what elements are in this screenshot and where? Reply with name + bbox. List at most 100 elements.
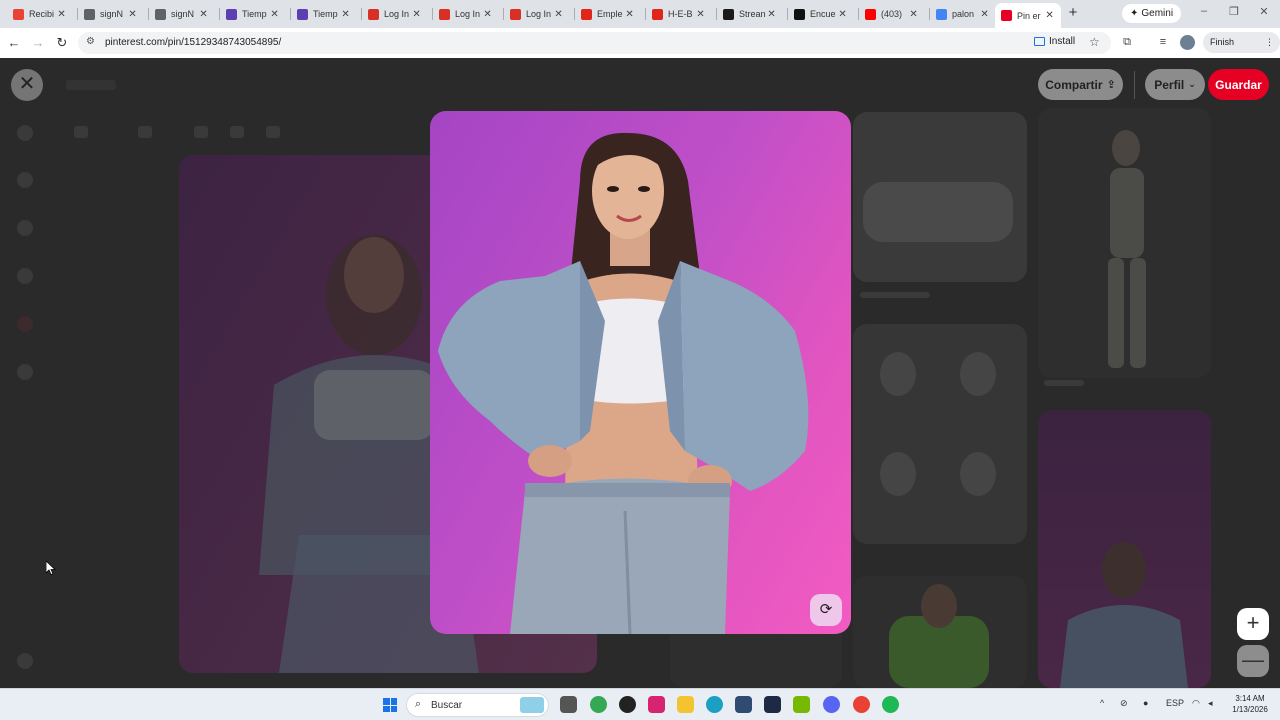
save-button[interactable]: Guardar xyxy=(1208,69,1269,100)
tab-close-icon[interactable]: ✕ xyxy=(1044,10,1055,21)
install-app-button[interactable]: Install xyxy=(1034,36,1075,47)
network-off-icon[interactable]: ⊘ xyxy=(1120,698,1128,709)
tab-close-icon[interactable]: ✕ xyxy=(411,9,422,20)
gemini-sparkle-icon: ✦ xyxy=(1130,8,1139,19)
browser-tab[interactable]: Emple ✕ xyxy=(575,3,641,25)
grid-pin-pink xyxy=(1038,410,1211,688)
browser-tab[interactable]: palon ✕ xyxy=(930,3,996,25)
browser-tab[interactable]: Log In ✕ xyxy=(362,3,428,25)
store-icon[interactable] xyxy=(735,696,752,713)
profile-dropdown-button[interactable]: Perfil ⌄ xyxy=(1145,69,1205,100)
browser-tab[interactable]: H-E-B ✕ xyxy=(646,3,712,25)
spotify-icon[interactable] xyxy=(882,696,899,713)
tab-label: Tiemp xyxy=(313,9,338,19)
heb-icon xyxy=(652,8,663,20)
gemini-button[interactable]: ✦ Gemini xyxy=(1122,4,1182,23)
tray-expand-icon[interactable]: ^ xyxy=(1100,698,1104,708)
tab-close-icon[interactable]: ✕ xyxy=(198,9,209,20)
browser-tab[interactable]: Recibi ✕ xyxy=(7,3,73,25)
language-indicator[interactable]: ESP xyxy=(1166,698,1184,708)
mouse-cursor-icon xyxy=(46,561,56,575)
teams-icon xyxy=(226,8,237,20)
browser-tab[interactable]: Log In ✕ xyxy=(504,3,570,25)
grid-pin-outfit xyxy=(1038,108,1211,378)
minimize-icon[interactable]: – xyxy=(1196,5,1212,17)
chrome-dev-icon[interactable] xyxy=(619,696,636,713)
browser-tab[interactable]: signN ✕ xyxy=(149,3,215,25)
new-tab-button[interactable]: + xyxy=(1064,4,1082,22)
clock-time: 3:14 AM xyxy=(1235,694,1265,703)
tab-close-icon[interactable]: ✕ xyxy=(553,9,564,20)
tab-close-icon[interactable]: ✕ xyxy=(695,9,706,20)
browser-tab[interactable]: signN ✕ xyxy=(78,3,144,25)
microphone-icon[interactable]: ● xyxy=(1143,698,1148,708)
bookmark-star-icon[interactable]: ☆ xyxy=(1089,35,1100,49)
profile-avatar[interactable] xyxy=(1180,35,1195,50)
wifi-icon[interactable]: ◠ xyxy=(1192,698,1200,709)
tab-label: Log In xyxy=(384,9,410,19)
browser-tab[interactable]: Pin er ✕ xyxy=(995,3,1061,28)
tab-close-icon[interactable]: ✕ xyxy=(766,9,777,20)
nvidia-icon[interactable] xyxy=(793,696,810,713)
upload-icon: ⇪ xyxy=(1106,79,1116,91)
tab-strip: + ✦ Gemini – ❐ ✕ Recibi ✕ signN ✕ signN ✕ Tiem… xyxy=(0,0,1280,28)
visual-search-icon[interactable]: ⟳ xyxy=(810,594,842,626)
windows-start-icon[interactable] xyxy=(383,698,397,712)
tab-close-icon[interactable]: ✕ xyxy=(269,9,280,20)
window-close-icon[interactable]: ✕ xyxy=(1256,5,1272,18)
zoom-out-button[interactable]: — xyxy=(1237,645,1269,677)
forward-icon[interactable]: → xyxy=(29,34,47,52)
browser-tab[interactable]: (403) ✕ xyxy=(859,3,925,25)
share-button[interactable]: Compartir ⇪ xyxy=(1038,69,1123,100)
browser-tab[interactable]: Log In ✕ xyxy=(433,3,499,25)
tab-close-icon[interactable]: ✕ xyxy=(979,9,990,20)
reading-list-icon[interactable]: ≡ xyxy=(1156,35,1170,49)
tab-search-icon[interactable]: ⧉ xyxy=(1120,35,1134,49)
grid-pin-title-bar xyxy=(1044,380,1084,386)
discord-icon[interactable] xyxy=(823,696,840,713)
taskbar-search-placeholder: Buscar xyxy=(431,700,463,711)
zoom-in-button[interactable]: + xyxy=(1237,608,1269,640)
tab-close-icon[interactable]: ✕ xyxy=(482,9,493,20)
close-pin-button[interactable]: ✕ xyxy=(11,69,43,101)
tiktok-app-icon[interactable] xyxy=(648,696,665,713)
browser-tab[interactable]: Encue ✕ xyxy=(788,3,854,25)
address-bar[interactable]: ⚙ pinterest.com/pin/15129348743054895/ I… xyxy=(78,32,1111,54)
tab-close-icon[interactable]: ✕ xyxy=(908,9,919,20)
volume-icon[interactable]: ◂ xyxy=(1208,698,1213,709)
chrome-icon[interactable] xyxy=(590,696,607,713)
chrome-profile-icon[interactable] xyxy=(853,696,870,713)
tab-close-icon[interactable]: ✕ xyxy=(837,9,848,20)
pin-title-placeholder xyxy=(66,80,116,90)
site-info-icon[interactable]: ⚙ xyxy=(86,36,95,47)
tab-label: signN xyxy=(100,9,124,19)
tab-label: Tiemp xyxy=(242,9,267,19)
tab-label: Recibi xyxy=(29,9,55,19)
browser-tab[interactable]: Tiemp ✕ xyxy=(220,3,286,25)
browser-tab[interactable]: Strean ✕ xyxy=(717,3,783,25)
url-text[interactable]: pinterest.com/pin/15129348743054895/ xyxy=(105,37,281,48)
gemini-label: Gemini xyxy=(1141,8,1174,19)
tab-label: palon xyxy=(952,9,975,19)
taskbar-clock[interactable]: 3:14 AM 1/13/2026 xyxy=(1228,693,1272,715)
tab-close-icon[interactable]: ✕ xyxy=(56,9,67,20)
windows-taskbar: ⌕ Buscar ^ ⊘ ● ESP ◠ ◂ 3:14 AM 1/13/2026 xyxy=(0,688,1280,720)
finish-update-button[interactable]: Finish update ⋮ xyxy=(1203,32,1280,68)
taskbar-search[interactable]: ⌕ Buscar xyxy=(406,693,549,717)
back-icon[interactable]: ← xyxy=(5,34,23,52)
restore-icon[interactable]: ❐ xyxy=(1226,5,1242,18)
file-explorer-icon[interactable] xyxy=(677,696,694,713)
edge-icon[interactable] xyxy=(706,696,723,713)
comment-icon xyxy=(194,126,208,138)
pin-image[interactable] xyxy=(430,111,851,634)
tab-close-icon[interactable]: ✕ xyxy=(127,9,138,20)
tab-label: Pin er xyxy=(1017,10,1041,21)
task-view-icon[interactable] xyxy=(560,696,577,713)
browser-tab[interactable]: Tiemp ✕ xyxy=(291,3,357,25)
tab-close-icon[interactable]: ✕ xyxy=(340,9,351,20)
search-icon: ⌕ xyxy=(415,698,422,710)
lightroom-icon[interactable] xyxy=(764,696,781,713)
reload-icon[interactable]: ↻ xyxy=(53,34,71,52)
heart-icon xyxy=(138,126,152,138)
tab-close-icon[interactable]: ✕ xyxy=(624,9,635,20)
